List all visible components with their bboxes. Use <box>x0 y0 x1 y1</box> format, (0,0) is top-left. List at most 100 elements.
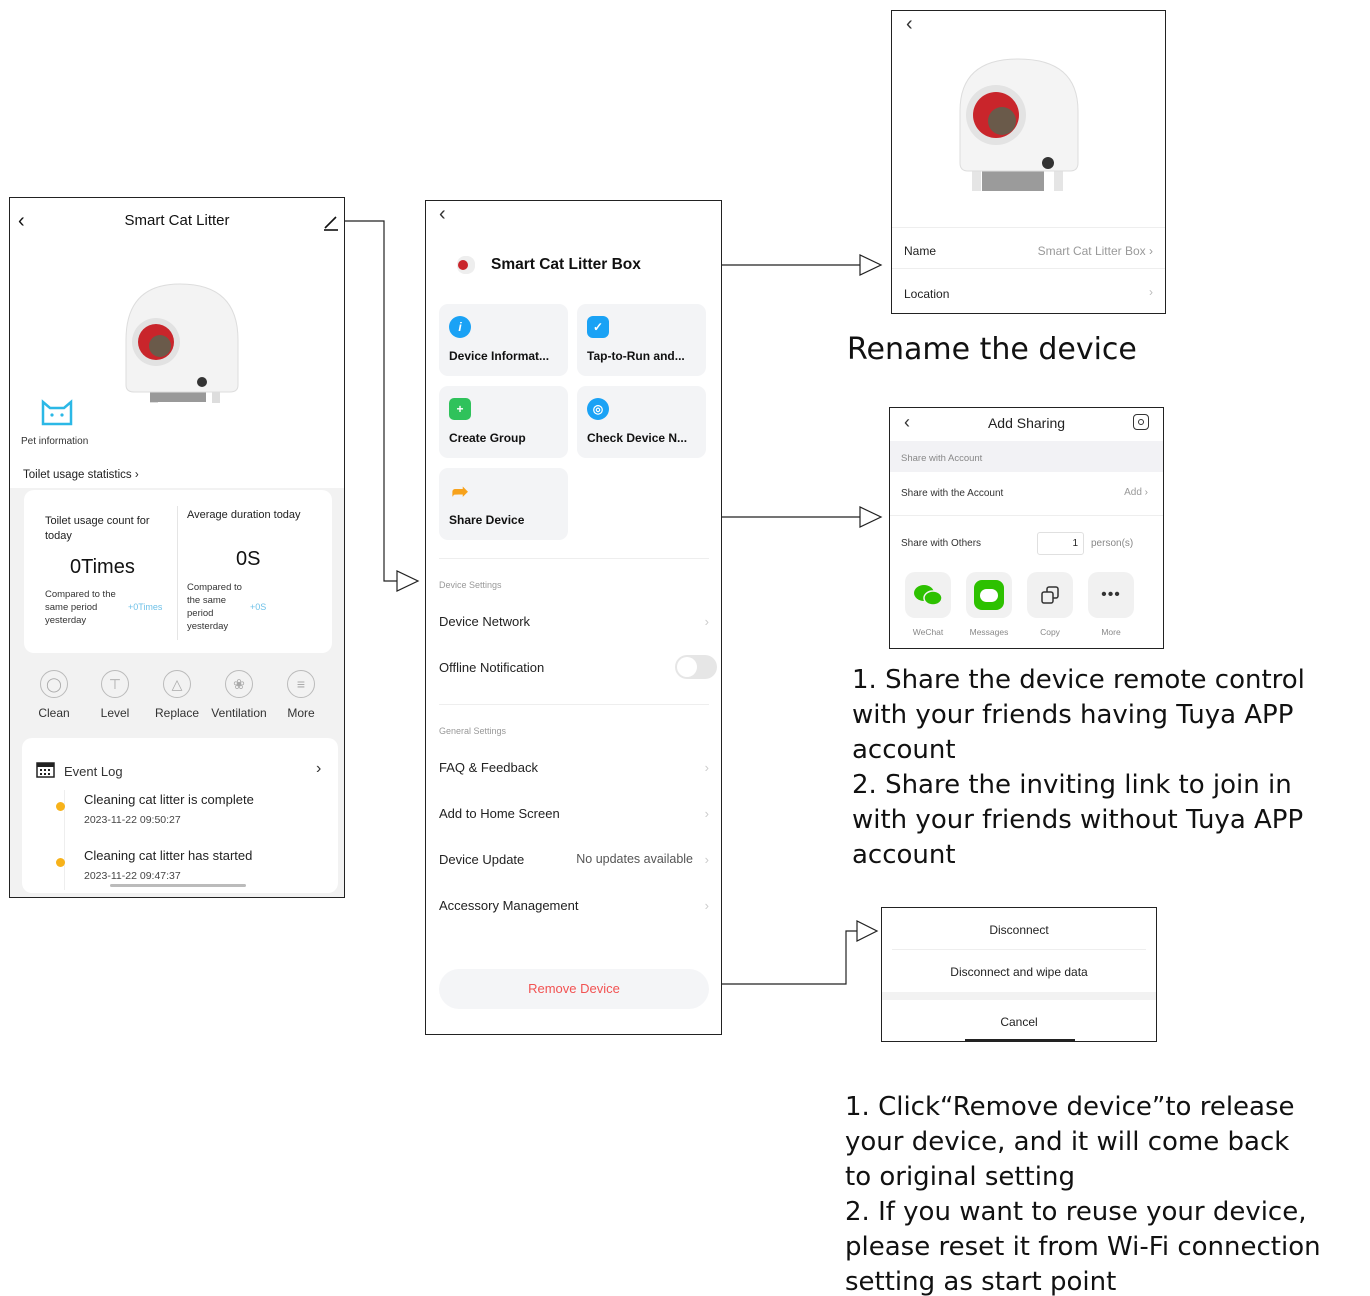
remove-caption: 1. Click“Remove device”to release your d… <box>845 1092 1321 1296</box>
usage-stats-card: Toilet usage count for today 0Times Comp… <box>24 490 332 653</box>
share-others-label: Share with Others <box>901 538 982 549</box>
row-label: Add to Home Screen <box>439 806 560 821</box>
control-clean-button[interactable]: ◯ Clean <box>24 670 84 720</box>
event-log-title: Event Log <box>64 764 123 779</box>
litter-box-image <box>959 58 1079 191</box>
avg-duration-compare: Compared to the same period yesterday <box>187 582 242 632</box>
chevron-right-icon: › <box>131 469 139 481</box>
row-label: FAQ & Feedback <box>439 760 538 775</box>
share-more-button[interactable]: ••• More <box>1088 572 1134 637</box>
name-row[interactable]: Smart Cat Litter Box › <box>1038 244 1153 258</box>
cat-icon[interactable] <box>40 398 74 433</box>
usage-count-delta: +0Times <box>128 602 163 612</box>
remove-device-sheet: Disconnect Disconnect and wipe data Canc… <box>881 907 1157 1042</box>
rename-device-screen: ‹ Name Smart Cat Litter Box › Location › <box>891 10 1166 314</box>
back-icon[interactable]: ‹ <box>439 203 446 226</box>
avg-duration-delta: +0S <box>250 602 267 612</box>
disconnect-wipe-option[interactable]: Disconnect and wipe data <box>882 965 1156 979</box>
name-value: Smart Cat Litter Box <box>1037 244 1146 258</box>
control-label: Ventilation <box>211 706 267 720</box>
event-text: Cleaning cat litter has started <box>84 848 253 863</box>
control-label: Replace <box>154 706 200 720</box>
control-more-button[interactable]: ≡ More <box>271 670 331 720</box>
offline-notification-toggle[interactable] <box>675 655 717 679</box>
share-account-label: Share with the Account <box>901 488 1004 499</box>
share-messages-button[interactable]: Messages <box>966 572 1012 637</box>
chevron-right-icon: › <box>704 852 709 867</box>
row-label: Accessory Management <box>439 898 579 913</box>
add-label: Add <box>1124 487 1142 498</box>
offline-notification-row: Offline Notification <box>439 655 717 679</box>
event-dot <box>56 858 65 867</box>
device-settings-section-label: Device Settings <box>439 580 502 590</box>
control-level-button[interactable]: ⊤ Level <box>85 670 145 720</box>
page-title: Smart Cat Litter <box>124 212 230 229</box>
device-update-row[interactable]: Device Update No updates available › <box>439 852 709 867</box>
usage-count-label: Toilet usage count for today <box>45 515 150 542</box>
persons-count-input[interactable]: 1 <box>1037 532 1084 555</box>
back-icon[interactable]: ‹ <box>906 13 913 36</box>
settings-gear-icon[interactable] <box>1133 414 1149 430</box>
info-icon: i <box>449 316 471 338</box>
tile-label: Tap-to-Run and... <box>587 349 685 363</box>
control-replace-button[interactable]: △ Replace <box>147 670 207 720</box>
clean-icon: ◯ <box>40 670 68 698</box>
edit-icon[interactable] <box>322 213 340 231</box>
tile-label: Check Device N... <box>587 431 688 445</box>
chevron-right-icon: › <box>704 898 709 913</box>
ventilation-icon: ❀ <box>225 670 253 698</box>
tile-tap-to-run[interactable]: ✓ Tap-to-Run and... <box>577 304 706 376</box>
avg-duration-value: 0S <box>236 548 261 570</box>
tile-share-device[interactable]: ➦ Share Device <box>439 468 568 540</box>
home-indicator <box>965 1039 1075 1041</box>
add-home-screen-row[interactable]: Add to Home Screen › <box>439 806 709 821</box>
cancel-option[interactable]: Cancel <box>882 1015 1156 1029</box>
control-ventilation-button[interactable]: ❀ Ventilation <box>209 670 269 720</box>
disconnect-option[interactable]: Disconnect <box>882 923 1156 937</box>
persons-unit: person(s) <box>1091 538 1134 549</box>
add-account-button[interactable]: Add › <box>1124 487 1148 498</box>
name-label: Name <box>904 244 937 258</box>
tile-create-group[interactable]: + Create Group <box>439 386 568 458</box>
more-list-icon: ≡ <box>287 670 315 698</box>
tile-check-device-network[interactable]: ◎ Check Device N... <box>577 386 706 458</box>
event-text: Cleaning cat litter is complete <box>84 792 254 807</box>
event-log-card[interactable]: Event Log › Cleaning cat litter is compl… <box>22 738 338 893</box>
control-label: More <box>287 706 315 720</box>
location-row-chevron[interactable]: › <box>1149 285 1153 299</box>
tile-device-information[interactable]: i Device Informat... <box>439 304 568 376</box>
location-label: Location <box>904 287 950 301</box>
tile-label: Device Informat... <box>449 349 550 363</box>
share-wechat-button[interactable]: WeChat <box>905 572 951 637</box>
faq-feedback-row[interactable]: FAQ & Feedback › <box>439 760 709 775</box>
app-label: Copy <box>1040 627 1060 637</box>
calendar-icon <box>36 762 55 778</box>
app-label: More <box>1101 627 1121 637</box>
device-home-screen: ‹ Smart Cat Litter Pet information Toile… <box>9 197 345 898</box>
page-title: Add Sharing <box>987 415 1066 431</box>
event-dot <box>56 802 65 811</box>
general-settings-section-label: General Settings <box>439 726 507 736</box>
remove-device-button[interactable]: Remove Device <box>439 969 709 1009</box>
automation-icon: ✓ <box>587 316 609 338</box>
share-copy-button[interactable]: Copy <box>1027 572 1073 637</box>
device-name[interactable]: Smart Cat Litter Box <box>491 256 641 274</box>
app-label: Messages <box>969 627 1009 637</box>
arrow-edit-to-settings <box>342 220 397 582</box>
event-time: 2023-11-22 09:47:37 <box>84 870 181 882</box>
top-bar: ‹ Smart Cat Litter <box>10 198 344 248</box>
litter-box-image <box>125 283 239 403</box>
event-time: 2023-11-22 09:50:27 <box>84 814 181 826</box>
more-dots-icon: ••• <box>1088 572 1134 618</box>
row-label: Offline Notification <box>439 660 545 675</box>
accessory-management-row[interactable]: Accessory Management › <box>439 898 709 913</box>
chevron-right-icon: › <box>704 806 709 821</box>
replace-icon: △ <box>163 670 191 698</box>
avg-duration-label: Average duration today <box>187 509 301 521</box>
device-network-row[interactable]: Device Network › <box>439 614 709 629</box>
control-label: Clean <box>38 706 70 720</box>
usage-stats-link[interactable]: Toilet usage statistics › <box>23 469 139 481</box>
chevron-right-icon: › <box>1141 487 1148 498</box>
row-label: Device Update <box>439 852 525 867</box>
device-settings-screen: ‹ Smart Cat Litter Box i Device Informat… <box>425 200 722 1035</box>
